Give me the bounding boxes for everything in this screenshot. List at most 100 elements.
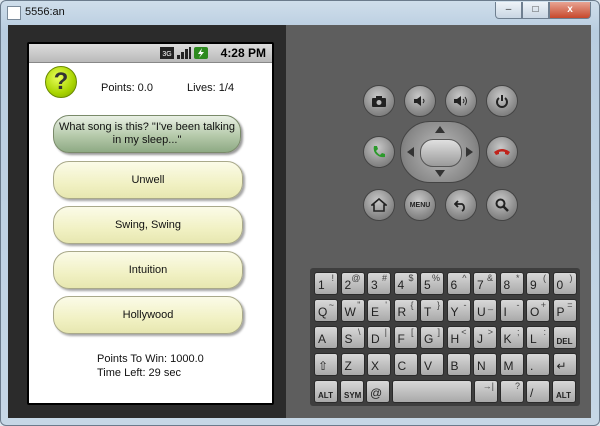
key-4[interactable]: 4 $ — [393, 272, 418, 295]
key-A[interactable]: A — [314, 326, 338, 349]
dpad-up-icon[interactable] — [435, 126, 445, 133]
key-Z[interactable]: Z — [340, 353, 365, 376]
key-Q[interactable]: Q ~ — [314, 299, 338, 322]
key-J[interactable]: J > — [473, 326, 497, 349]
key-label: 6 — [450, 278, 458, 292]
key-S[interactable]: S \ — [340, 326, 365, 349]
key-secondary-label: ] — [437, 327, 440, 337]
key-ALT[interactable]: ALT — [552, 380, 576, 403]
key-U[interactable]: U _ — [473, 299, 497, 322]
key-8[interactable]: 8 * — [499, 272, 524, 295]
key-label: 3 — [371, 278, 378, 292]
hardware-keyboard: 1! 2 @3 #4 $5% 6 ^ 7 & 8 * 9(0) Q ~ W " E ' R{T} Y - U _ I - O + P =… — [310, 268, 580, 406]
dpad-center-button[interactable] — [420, 139, 462, 167]
key-3[interactable]: 3 # — [367, 272, 391, 295]
key-9[interactable]: 9( — [526, 272, 550, 295]
key-secondary-label: - — [516, 300, 520, 310]
call-button[interactable] — [363, 136, 395, 168]
emulator-window: 5556:an – □ x 3G 4:28 PM ? Points: 0.0 L… — [0, 0, 600, 426]
key-M[interactable]: M — [499, 353, 524, 376]
phone-screen[interactable]: 3G 4:28 PM ? Points: 0.0 Lives: 1/4 What — [27, 42, 274, 405]
back-button[interactable] — [445, 189, 477, 221]
volume-down-button[interactable] — [404, 85, 436, 117]
dpad-down-icon[interactable] — [435, 170, 445, 177]
home-icon — [371, 198, 387, 212]
key-secondary-label: = — [567, 300, 573, 310]
volume-up-button[interactable] — [445, 85, 477, 117]
camera-icon — [372, 96, 386, 107]
answer-button-1[interactable]: Unwell — [53, 161, 243, 199]
key-SYM[interactable]: SYM — [340, 380, 364, 403]
key-@[interactable]: @ — [366, 380, 390, 403]
battery-charging-icon — [194, 47, 208, 59]
key-→|[interactable]: →| — [474, 380, 498, 403]
key-X[interactable]: X — [367, 353, 391, 376]
key-7[interactable]: 7 & — [473, 272, 497, 295]
key-K[interactable]: K; — [499, 326, 524, 349]
key-label: 2 — [344, 278, 352, 292]
maximize-button[interactable]: □ — [522, 2, 549, 19]
key-L[interactable]: L: — [526, 326, 550, 349]
key-R[interactable]: R{ — [393, 299, 418, 322]
emulator-client: 3G 4:28 PM ? Points: 0.0 Lives: 1/4 What — [8, 25, 591, 418]
key-label: C — [397, 359, 407, 373]
key-label: 5 — [424, 278, 431, 292]
key-/[interactable]: / — [526, 380, 550, 403]
camera-button[interactable] — [363, 85, 395, 117]
menu-button[interactable]: MENU — [404, 189, 436, 221]
key-1[interactable]: 1! — [314, 272, 338, 295]
key-space[interactable] — [392, 380, 472, 403]
key-C[interactable]: C — [393, 353, 418, 376]
key-H[interactable]: H < — [446, 326, 471, 349]
key-?[interactable]: ? — [500, 380, 524, 403]
key-G[interactable]: G] — [420, 326, 444, 349]
title-bar[interactable]: 5556:an – □ x — [1, 1, 599, 25]
answer-button-2[interactable]: Swing, Swing — [53, 206, 243, 244]
answer-button-4[interactable]: Hollywood — [53, 296, 243, 334]
key-⇧[interactable]: ⇧ — [314, 353, 338, 376]
key-I[interactable]: I- — [499, 299, 524, 322]
key-label: V — [424, 359, 433, 373]
dpad-left-icon[interactable] — [407, 147, 414, 157]
key-.[interactable]: . — [526, 353, 550, 376]
minimize-button[interactable]: – — [495, 2, 522, 19]
search-button[interactable] — [486, 189, 518, 221]
end-call-button[interactable] — [486, 136, 518, 168]
key-label: 1 — [318, 278, 325, 292]
close-button[interactable]: x — [549, 2, 591, 19]
search-icon — [495, 198, 509, 212]
key-secondary-label: # — [381, 273, 387, 283]
key-label: O — [530, 305, 540, 319]
power-button[interactable] — [486, 85, 518, 117]
key-F[interactable]: F[ — [393, 326, 418, 349]
dpad[interactable] — [400, 121, 480, 183]
key-label: E — [371, 305, 380, 319]
key-DEL[interactable]: DEL — [552, 326, 577, 349]
key-V[interactable]: V — [420, 353, 444, 376]
key-5[interactable]: 5% — [420, 272, 444, 295]
key-0[interactable]: 0) — [552, 272, 577, 295]
key-secondary-label: ! — [331, 273, 334, 283]
key-secondary-label: $ — [408, 273, 414, 283]
answer-button-3[interactable]: Intuition — [53, 251, 243, 289]
key-label: S — [344, 332, 353, 346]
key-Y[interactable]: Y- — [446, 299, 471, 322]
key-N[interactable]: N — [473, 353, 497, 376]
key-2[interactable]: 2 @ — [340, 272, 365, 295]
question-box: What song is this? "I've been talking in… — [53, 115, 241, 153]
key-O[interactable]: O + — [526, 299, 550, 322]
key-B[interactable]: B — [446, 353, 471, 376]
clock: 4:28 PM — [220, 46, 266, 60]
key-T[interactable]: T} — [420, 299, 444, 322]
key-ALT[interactable]: ALT — [314, 380, 338, 403]
key-6[interactable]: 6 ^ — [446, 272, 471, 295]
key-W[interactable]: W " — [340, 299, 365, 322]
key-P[interactable]: P = — [552, 299, 577, 322]
key-label: H — [450, 332, 460, 346]
key-D[interactable]: D | — [367, 326, 391, 349]
dpad-right-icon[interactable] — [466, 147, 473, 157]
key-label: . — [530, 359, 534, 373]
key-E[interactable]: E ' — [367, 299, 391, 322]
home-button[interactable] — [363, 189, 395, 221]
key-↵[interactable]: ↵ — [552, 353, 577, 376]
